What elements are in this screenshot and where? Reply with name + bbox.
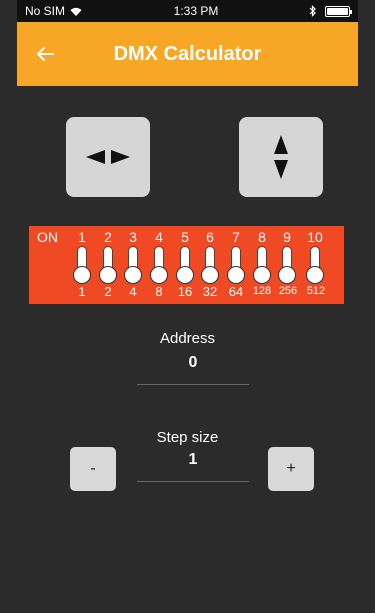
switch-number: 6 [206,229,214,245]
switch-number: 1 [78,229,86,245]
status-bar: No SIM 1:33 PM [17,0,358,22]
switch-number: 9 [283,229,291,245]
switch-number: 4 [155,229,163,245]
switch-value: 256 [278,285,298,297]
decrease-step-button[interactable]: - [70,447,116,491]
switch-knob [99,266,117,284]
dip-switch-8[interactable] [253,246,271,284]
switch-knob [73,266,91,284]
switch-knob [306,266,324,284]
address-field[interactable]: 0 [137,354,249,385]
switch-number: 7 [232,229,240,245]
switch-number: 3 [129,229,137,245]
dip-switch-panel: ON 1 2 3 4 5 6 7 8 9 10 1 2 4 8 16 32 64… [29,226,344,304]
switch-number: 5 [181,229,189,245]
up-down-arrows-icon [274,135,288,179]
dip-switch-5[interactable] [176,246,194,284]
vertical-layout-button[interactable] [239,117,323,197]
step-size-label: Step size [156,429,219,446]
switch-knob [201,266,219,284]
back-button[interactable] [33,42,57,66]
switch-number: 10 [307,229,323,245]
dip-switch-4[interactable] [150,246,168,284]
clock-time: 1:33 PM [173,4,219,18]
switch-knob [253,266,271,284]
address-label: Address [159,330,216,347]
left-right-arrows-icon [86,150,130,164]
switch-number: 2 [104,229,112,245]
on-label: ON [37,229,58,245]
dip-switch-9[interactable] [278,246,296,284]
dip-switch-7[interactable] [227,246,245,284]
switch-knob [278,266,296,284]
carrier-text: No SIM [25,4,66,18]
dip-switch-3[interactable] [124,246,142,284]
wifi-icon [69,6,83,17]
page-title: DMX Calculator [113,42,262,65]
increase-step-button[interactable]: + [268,447,314,491]
switch-value: 512 [306,285,326,297]
bluetooth-icon [309,5,317,17]
dip-switch-2[interactable] [99,246,117,284]
switch-knob [227,266,245,284]
switch-knob [124,266,142,284]
switch-number: 8 [258,229,266,245]
dip-switch-6[interactable] [201,246,219,284]
app-bar: DMX Calculator [17,22,358,86]
switch-knob [150,266,168,284]
dip-switch-1[interactable] [73,246,91,284]
switch-knob [176,266,194,284]
arrow-left-icon [37,47,54,61]
battery-icon [325,5,352,17]
step-size-field[interactable]: 1 [137,451,249,482]
dip-switch-10[interactable] [306,246,324,284]
main-content: ON 1 2 3 4 5 6 7 8 9 10 1 2 4 8 16 32 64… [17,86,358,613]
app-screen: No SIM 1:33 PM DMX Calculator ON 1 2 3 4… [17,0,358,613]
horizontal-layout-button[interactable] [66,117,150,197]
